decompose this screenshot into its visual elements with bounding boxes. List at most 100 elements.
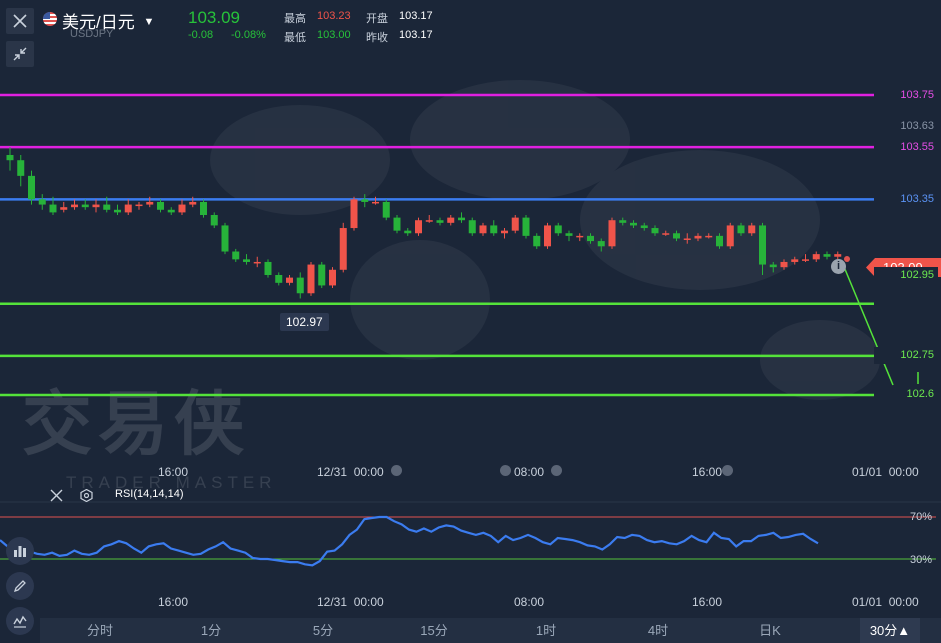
candle-body xyxy=(49,204,57,213)
close-chart-button[interactable] xyxy=(6,8,34,34)
candle-body xyxy=(60,207,68,210)
tab-timeframe[interactable]: 日K xyxy=(742,618,798,643)
candle-body xyxy=(587,235,594,242)
candle-body xyxy=(28,175,35,200)
event-dot-icon[interactable] xyxy=(500,465,511,476)
candle-body xyxy=(737,225,745,234)
event-dot-icon[interactable] xyxy=(551,465,562,476)
candle-body xyxy=(38,199,46,205)
candle-body xyxy=(253,261,261,264)
candle-body xyxy=(71,204,78,208)
tab-timeframe[interactable]: 1分 xyxy=(183,618,239,643)
tab-timeframe[interactable]: 5分 xyxy=(295,618,351,643)
candle-body xyxy=(651,228,659,234)
candle-body xyxy=(393,217,401,231)
close-indicator-icon[interactable] xyxy=(50,489,63,502)
candle-body xyxy=(576,235,584,238)
candle-body xyxy=(210,215,218,226)
tab-timeframe[interactable]: 分时 xyxy=(72,618,128,643)
draw-tool-button[interactable] xyxy=(6,572,34,600)
sub-indicator-button[interactable] xyxy=(6,607,34,635)
rsi-label: RSI(14,14,14) xyxy=(115,488,184,500)
price-chart[interactable]: 交易侠 TRADER MASTER xyxy=(0,0,941,618)
candle-body xyxy=(350,199,358,229)
candle-body xyxy=(167,209,175,213)
event-dot-icon[interactable] xyxy=(391,465,402,476)
indicator-settings-icon[interactable] xyxy=(80,488,93,503)
tab-timeframe[interactable]: 1时 xyxy=(518,618,574,643)
candle-body xyxy=(823,254,831,257)
tab-timeframe[interactable]: 15分 xyxy=(406,618,462,643)
candle-body xyxy=(361,199,369,202)
collapse-arrows-icon xyxy=(13,47,27,61)
prev-close-label: 昨收 xyxy=(366,32,388,44)
rsi-upper-label: 70% xyxy=(910,511,933,523)
candle-body xyxy=(544,225,551,247)
candle-body xyxy=(802,259,809,261)
time-axis-label: 12/31 00:00 xyxy=(317,465,384,479)
rsi-time-label: 16:00 xyxy=(692,595,723,609)
candle-body xyxy=(339,228,347,270)
rsi-lower-label: 30% xyxy=(910,554,933,566)
time-axis-label: 08:00 xyxy=(514,465,545,479)
price-level-label: 102.6 xyxy=(874,386,938,403)
candle-body xyxy=(157,201,164,210)
candle-body xyxy=(135,204,143,207)
candle-body xyxy=(458,217,465,221)
event-dot-icon[interactable] xyxy=(722,465,733,476)
candle-body xyxy=(834,254,842,257)
tab-timeframe-active[interactable]: 30分▲ xyxy=(860,618,920,643)
candle-body xyxy=(511,217,519,231)
candle-body xyxy=(533,235,541,247)
price-change: -0.08 xyxy=(188,29,214,41)
rsi-time-label: 12/31 00:00 xyxy=(317,595,384,609)
chart-stage: 交易侠 TRADER MASTER 美元/日元 ▼ USDJPY 103.09 … xyxy=(0,0,941,643)
candle-body xyxy=(372,201,379,204)
low-label: 最低 xyxy=(284,32,306,44)
alert-dot xyxy=(844,256,850,262)
time-axis-label: 01/01 00:00 xyxy=(852,465,919,479)
last-price: 103.09 xyxy=(188,8,240,27)
rsi-time-label: 16:00 xyxy=(158,595,189,609)
candle-body xyxy=(6,155,14,161)
candle-body xyxy=(812,254,820,260)
candle-body xyxy=(382,201,390,218)
high-label: 最高 xyxy=(284,13,306,25)
candle-body xyxy=(705,235,713,238)
rsi-line xyxy=(0,515,819,567)
indicators-button[interactable] xyxy=(6,537,34,565)
candle-body xyxy=(479,225,487,234)
candle-body xyxy=(318,264,326,286)
wave-icon xyxy=(13,615,27,628)
candle-body xyxy=(716,235,723,247)
candle-body xyxy=(769,264,777,268)
timeframe-bar xyxy=(40,618,941,643)
rsi-time-label: 01/01 00:00 xyxy=(852,595,919,609)
low-value: 103.00 xyxy=(317,29,351,41)
info-icon[interactable]: i xyxy=(831,259,846,274)
axis-label-top: 103.63 xyxy=(874,118,938,135)
candle-body xyxy=(662,233,670,235)
collapse-button[interactable] xyxy=(6,41,34,67)
candle-body xyxy=(597,241,605,247)
symbol-code: USDJPY xyxy=(70,28,114,40)
candle-body xyxy=(200,201,207,215)
price-level-label: 102.95 xyxy=(874,267,938,284)
candle-body xyxy=(124,204,132,213)
candle-body xyxy=(103,204,111,210)
candle-body xyxy=(307,264,315,294)
candle-body xyxy=(415,220,422,234)
time-axis-label: 16:00 xyxy=(692,465,723,479)
price-level-label: 103.35 xyxy=(874,191,938,208)
prev-close-value: 103.17 xyxy=(399,29,433,41)
candle-body xyxy=(114,209,121,213)
candle-body xyxy=(780,261,788,268)
bar-chart-icon xyxy=(14,546,26,557)
min-price-marker: 102.97 xyxy=(280,313,329,331)
rsi-time-label: 08:00 xyxy=(514,595,545,609)
pencil-icon xyxy=(13,580,26,593)
tab-timeframe[interactable]: 4时 xyxy=(630,618,686,643)
candle-body xyxy=(189,201,197,205)
candle-body xyxy=(748,225,756,234)
caret-down-icon: ▼ xyxy=(143,16,155,28)
